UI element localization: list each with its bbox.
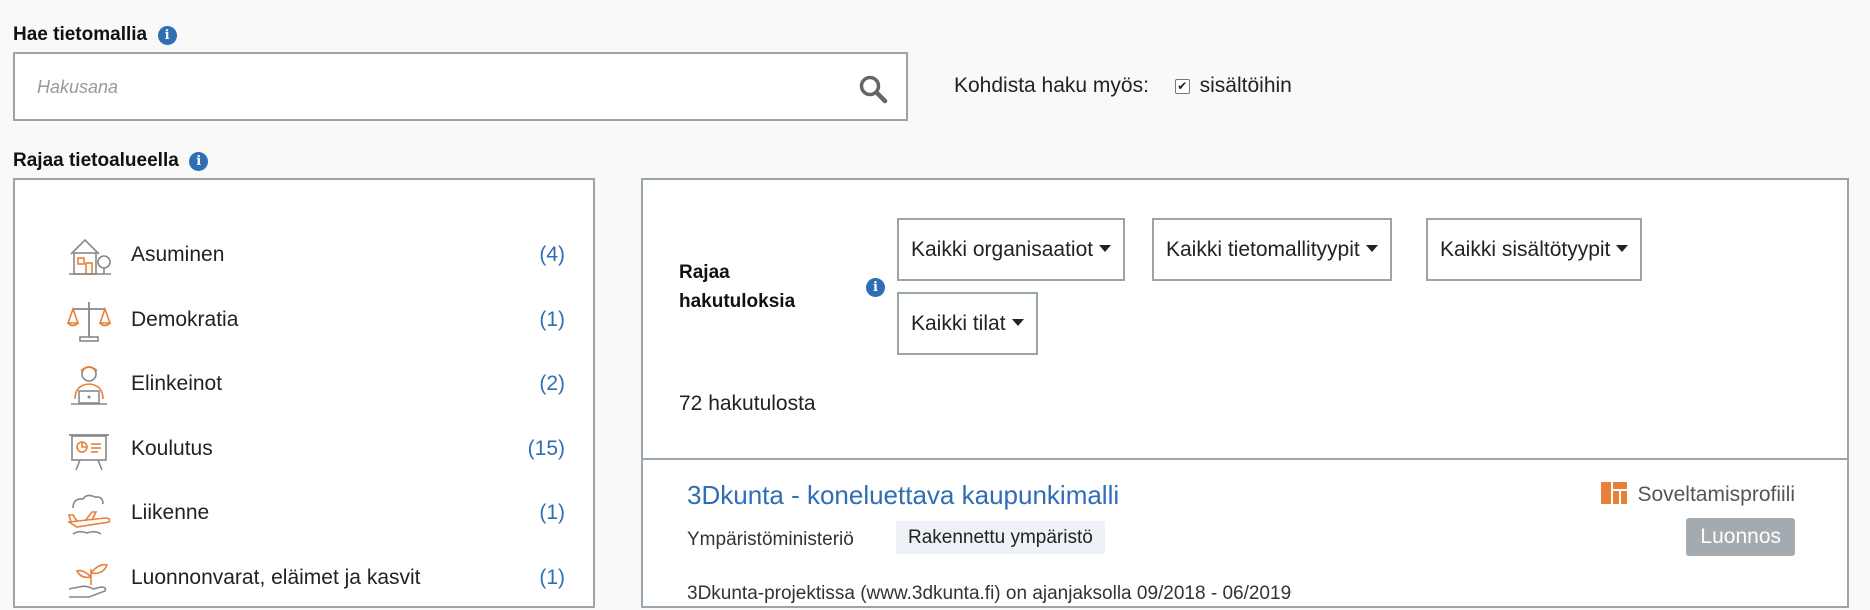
result-organization: Ympäristöministeriö [687,529,854,550]
result-count: 72 hakutulosta [679,392,816,415]
domain-item-label: Demokratia [131,308,239,331]
contents-checkbox-wrapper[interactable]: ✔ sisältöihin [1174,74,1292,97]
domain-item-luonnonvarat[interactable]: Luonnonvarat, eläimet ja kasvit (1) [65,555,565,603]
domain-item-count: (1) [539,566,565,589]
info-icon[interactable]: i [157,26,177,46]
info-icon[interactable]: i [189,152,209,172]
status-badge: Luonnos [1686,518,1795,556]
domain-item-label: Liikenne [131,501,210,524]
model-type-dropdown[interactable]: Kaikki tietomallityypit [1152,218,1392,281]
domain-item-count: (1) [539,501,565,524]
chevron-down-icon [1099,245,1112,252]
result-type: Soveltamisprofiili [1601,482,1795,507]
domain-item-count: (2) [539,372,565,395]
result-title-link[interactable]: 3Dkunta - koneluettava kaupunkimalli [687,480,1119,511]
domain-item-elinkeinot[interactable]: Elinkeinot (2) [65,361,565,409]
domain-item-count: (1) [539,308,565,331]
search-input[interactable] [37,72,837,102]
domain-item-label: Luonnonvarat, eläimet ja kasvit [131,566,421,589]
domain-filter-label: Rajaa tietoalueella [13,150,179,171]
worker-laptop-icon [71,366,107,405]
domain-item-label: Asuminen [131,243,225,266]
chevron-down-icon [1011,319,1024,326]
domain-item-koulutus[interactable]: Koulutus (15) [65,426,565,474]
house-icon [69,238,111,275]
content-type-dropdown-label: Kaikki sisältötyypit [1440,238,1611,261]
domain-filter-label-row: Rajaa tietoalueella i [13,150,209,172]
domain-item-count: (15) [527,437,565,460]
domain-item-label: Koulutus [131,437,213,460]
search-target-row: Kohdista haku myös: ✔ sisältöihin [954,74,1292,98]
result-description: 3Dkunta-projektissa (www.3dkunta.fi) on … [687,583,1292,604]
chevron-down-icon [1365,245,1378,252]
domain-item-count: (4) [539,243,565,266]
search-label: Hae tietomallia [13,24,148,45]
domain-item-asuminen[interactable]: Asuminen (4) [65,232,565,280]
presentation-board-icon [69,434,109,471]
search-target-label: Kohdista haku myös: [954,74,1149,97]
results-filter-label: Rajaa hakutuloksia [679,262,796,312]
chevron-down-icon [1616,245,1629,252]
state-dropdown[interactable]: Kaikki tilat [897,292,1038,355]
scales-icon [66,302,112,342]
search-icon[interactable] [858,74,888,104]
plant-hand-icon [68,563,109,598]
result-item: 3Dkunta - koneluettava kaupunkimalli Ymp… [643,460,1847,610]
result-type-label: Soveltamisprofiili [1637,483,1795,506]
airplane-icon [66,494,111,535]
result-domain-tag: Rakennettu ympäristö [896,521,1105,554]
domain-item-label: Elinkeinot [131,372,223,395]
organization-dropdown[interactable]: Kaikki organisaatiot [897,218,1126,281]
results-panel: Rajaa hakutuloksia i Kaikki organisaatio… [641,178,1849,608]
search-box [13,52,908,121]
search-label-row: Hae tietomallia i [13,24,177,46]
model-type-dropdown-label: Kaikki tietomallityypit [1166,238,1360,261]
state-dropdown-label: Kaikki tilat [911,312,1006,335]
domain-item-liikenne[interactable]: Liikenne (1) [65,490,565,538]
organization-dropdown-label: Kaikki organisaatiot [911,238,1094,261]
domain-panel: Asuminen (4) Demokratia (1) Elinkeinot (… [13,178,595,608]
contents-checkbox-label[interactable]: sisältöihin [1200,74,1292,97]
info-icon[interactable]: i [866,278,885,297]
application-profile-icon [1601,482,1628,504]
contents-checkbox[interactable]: ✔ [1174,79,1190,94]
content-type-dropdown[interactable]: Kaikki sisältötyypit [1426,218,1643,281]
domain-item-demokratia[interactable]: Demokratia (1) [65,297,565,345]
